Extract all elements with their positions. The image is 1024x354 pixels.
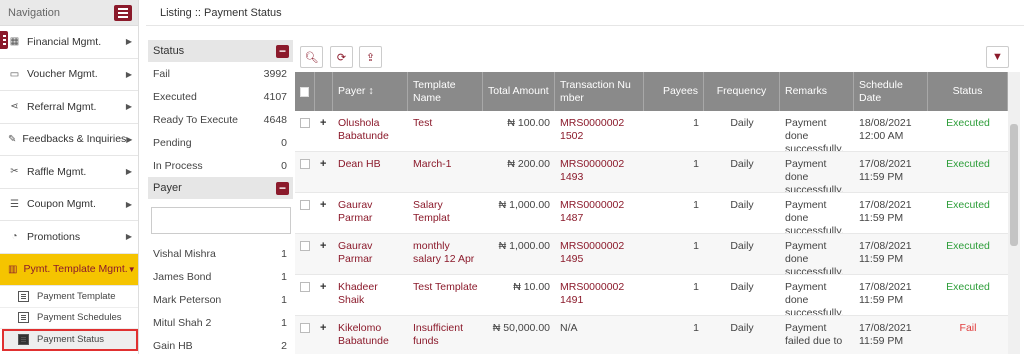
table-scrollbar[interactable]	[1008, 72, 1020, 354]
document-icon	[18, 290, 29, 302]
sidebar-item-voucher[interactable]: ▭ Voucher Mgmt. ▶	[0, 59, 138, 91]
column-transaction-number[interactable]: Transaction Nu mber	[555, 72, 644, 111]
row-checkbox[interactable]	[300, 241, 310, 251]
chevron-right-icon: ▶	[125, 199, 132, 209]
table-toolbar: 🔍︎ ⟳ ⇪ ▼	[296, 46, 1014, 70]
filter-button[interactable]: ▼	[986, 46, 1009, 68]
chevron-right-icon: ▶	[125, 69, 132, 79]
megaphone-icon: ◔	[11, 231, 18, 243]
edit-icon: ✎	[8, 133, 17, 145]
column-payer[interactable]: Payer ↕	[333, 72, 408, 111]
column-status[interactable]: Status	[928, 72, 1008, 111]
collapse-icon[interactable]: −	[276, 44, 289, 58]
share-icon: ⋖	[10, 101, 19, 113]
scrollbar-thumb[interactable]	[1010, 124, 1018, 246]
status-badge: Executed	[946, 199, 990, 211]
chevron-right-icon: ▶	[125, 37, 132, 47]
filter-panel: Status − Fail 3992 Executed 4107 Ready To …	[148, 40, 293, 354]
expand-icon[interactable]: +	[320, 281, 326, 293]
sidebar-item-pymt-template[interactable]: ▥ Pymt. Template Mgmt. ▼	[0, 253, 138, 286]
sidebar-item-financial[interactable]: ▦ Financial Mgmt. ▶	[0, 26, 138, 59]
nav-title: Navigation	[8, 6, 60, 19]
table-row[interactable]: + Olushola Babatunde Test ₦ 100.00 MRS00…	[295, 111, 1008, 152]
export-icon: ⇪	[365, 51, 376, 64]
table-row[interactable]: + Khadeer Shaik Test Template ₦ 10.00 MR…	[295, 275, 1008, 316]
table-row[interactable]: + Gaurav Parmar Salary Templat ₦ 1,000.0…	[295, 193, 1008, 234]
filter-icon: ▼	[992, 51, 1003, 63]
status-badge: Executed	[946, 158, 990, 170]
app-root: Navigation ▦ Financial Mgmt. ▶ ▭ Voucher…	[0, 0, 1024, 354]
row-checkbox[interactable]	[300, 200, 310, 210]
refresh-button[interactable]: ⟳	[330, 46, 353, 68]
status-filter-fail[interactable]: Fail 3992	[148, 62, 293, 85]
sidebar-item-referral[interactable]: ⋖ Referral Mgmt. ▶	[0, 91, 138, 124]
status-filter-inprocess[interactable]: In Process 0	[148, 154, 293, 177]
chevron-right-icon: ▶	[125, 167, 132, 177]
document-icon	[18, 333, 29, 345]
row-checkbox[interactable]	[300, 159, 310, 169]
sidebar: Navigation ▦ Financial Mgmt. ▶ ▭ Voucher…	[0, 0, 139, 354]
sidebar-item-coupon[interactable]: ☰ Coupon Mgmt. ▶	[0, 189, 138, 221]
sidebar-subitem-payment-schedules[interactable]: Payment Schedules	[0, 308, 138, 329]
sidebar-subitem-payment-template[interactable]: Payment Template	[0, 286, 138, 308]
chevron-down-icon: ▼	[127, 264, 136, 274]
status-badge: Executed	[946, 240, 990, 252]
chevron-right-icon: ▶	[126, 134, 133, 144]
expand-icon[interactable]: +	[320, 240, 326, 252]
column-template-name[interactable]: Template Name	[408, 72, 483, 111]
payer-search-input[interactable]	[151, 207, 291, 234]
voucher-icon: ▭	[9, 68, 20, 80]
table-header: Payer ↕ Template Name Total Amount Trans…	[295, 72, 1008, 111]
select-all-checkbox[interactable]	[295, 72, 315, 111]
payer-filter-item[interactable]: Mark Peterson 1	[148, 288, 293, 311]
status-filter-pending[interactable]: Pending 0	[148, 131, 293, 154]
status-filter-header: Status −	[148, 40, 293, 62]
payer-filter-item[interactable]: Mitul Shah 21	[148, 311, 293, 334]
refresh-icon: ⟳	[336, 51, 347, 64]
export-button[interactable]: ⇪	[359, 46, 382, 68]
list-icon: ☰	[10, 198, 19, 210]
sidebar-item-feedbacks[interactable]: ✎ Feedbacks & Inquiries ▶	[0, 124, 138, 156]
menu-toggle-icon[interactable]	[114, 4, 132, 21]
expand-icon[interactable]: +	[320, 158, 326, 170]
payer-filter-item[interactable]: James Bond 1	[148, 265, 293, 288]
search-icon: 🔍︎	[304, 51, 319, 64]
expand-icon[interactable]: +	[320, 117, 326, 129]
sidebar-item-promotions[interactable]: ◔ Promotions ▶	[0, 221, 138, 254]
column-frequency[interactable]: Frequency	[704, 72, 780, 111]
status-badge: Executed	[946, 117, 990, 129]
payment-icon: ▥	[8, 263, 18, 275]
document-icon	[18, 312, 29, 324]
ticket-icon: ✂	[10, 166, 19, 178]
column-total-amount[interactable]: Total Amount	[483, 72, 555, 111]
chevron-right-icon: ▶	[125, 232, 132, 242]
sidebar-item-raffle[interactable]: ✂ Raffle Mgmt. ▶	[0, 156, 138, 189]
sidebar-subitem-payment-status[interactable]: Payment Status	[2, 329, 138, 351]
payer-filter-item[interactable]: Vishal Mishra 1	[148, 242, 293, 265]
status-badge: Executed	[946, 281, 990, 293]
table-row[interactable]: + Dean HB March-1 ₦ 200.00 MRS0000002 14…	[295, 152, 1008, 193]
column-remarks[interactable]: Remarks	[780, 72, 854, 111]
payer-filter-header: Payer −	[148, 177, 293, 199]
payment-status-table: Payer ↕ Template Name Total Amount Trans…	[295, 72, 1008, 354]
column-payees[interactable]: Payees	[644, 72, 704, 111]
nav-header: Navigation	[0, 0, 138, 26]
payer-filter-item[interactable]: Gain HB 2	[148, 334, 293, 354]
row-checkbox[interactable]	[300, 118, 310, 128]
row-checkbox[interactable]	[300, 282, 310, 292]
table-row[interactable]: + Gaurav Parmar monthly salary 12 Apr ₦ …	[295, 234, 1008, 275]
row-checkbox[interactable]	[300, 323, 310, 333]
grid-icon: ▦	[9, 36, 20, 48]
status-filter-ready[interactable]: Ready To Execute 4648	[148, 108, 293, 131]
chevron-right-icon: ▶	[125, 102, 132, 112]
status-badge: Fail	[959, 322, 977, 334]
table-row[interactable]: + Kikelomo Babatunde Insufficient funds …	[295, 316, 1008, 354]
page-title: Listing :: Payment Status	[146, 0, 1024, 26]
expand-icon[interactable]: +	[320, 322, 326, 334]
search-button[interactable]: 🔍︎	[300, 46, 323, 68]
expand-icon[interactable]: +	[320, 199, 326, 211]
column-schedule-date[interactable]: Schedule Date	[854, 72, 928, 111]
status-filter-executed[interactable]: Executed 4107	[148, 85, 293, 108]
collapse-icon[interactable]: −	[276, 181, 289, 195]
